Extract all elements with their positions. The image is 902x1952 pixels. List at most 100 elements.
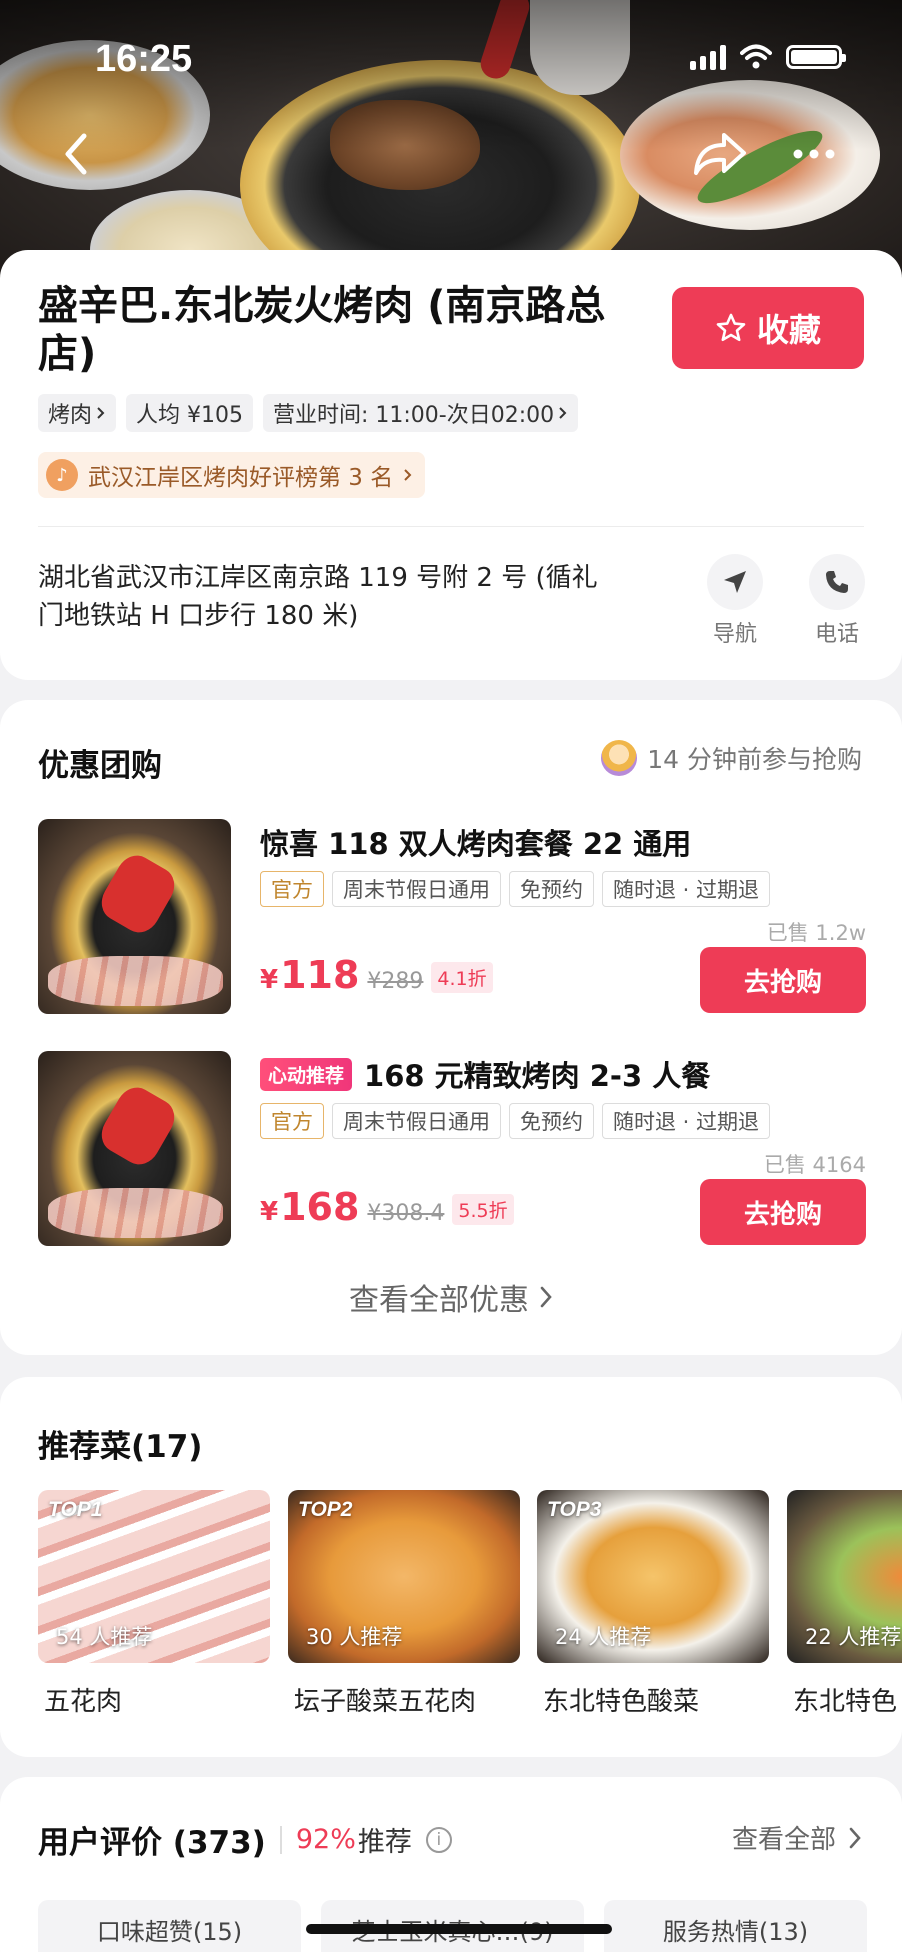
phone-label: 电话 (814, 622, 859, 647)
douyin-icon: ♪ (46, 459, 78, 491)
share-button[interactable] (688, 122, 752, 186)
dishes-title: 推荐菜(17) (38, 1429, 203, 1465)
rank-banner[interactable]: ♪ 武汉江岸区烤肉好评榜第 3 名 (38, 452, 426, 498)
recent-purchase-text: 14 分钟前参与抢购 (647, 745, 862, 774)
dish-item[interactable]: TOP1 54 人推荐 五花肉 (38, 1490, 270, 1718)
currency-symbol: ¥ (260, 1197, 279, 1227)
category-tag-label: 烤肉 (48, 403, 93, 428)
current-price: 118 (280, 953, 360, 997)
signal-icon (690, 44, 726, 70)
deal-price: ¥ 168 ¥308.4 5.5折 (260, 1185, 514, 1229)
review-chip[interactable]: 服务热情(13) (604, 1900, 867, 1952)
dish-rank: TOP2 (298, 1498, 353, 1521)
hours-tag[interactable]: 营业时间: 11:00-次日02:00 (263, 394, 579, 432)
favorite-label: 收藏 (756, 311, 821, 349)
navigation-button[interactable]: 导航 (700, 554, 770, 648)
reviews-header: 用户评价 (373) 92% 推荐 i (38, 1817, 452, 1862)
shop-info-card: 盛辛巴.东北炭火烤肉 (南京路总店) 收藏 烤肉 人均 ¥105 营业时间: 1… (0, 250, 902, 680)
favorite-button[interactable]: 收藏 (672, 287, 864, 369)
dish-item[interactable]: 22 人推荐 东北特色 (787, 1490, 902, 1718)
dish-recommend-count: 24 人推荐 (555, 1625, 652, 1649)
view-all-deals-label: 查看全部优惠 (349, 1283, 529, 1318)
avatar (601, 740, 638, 776)
dish-item[interactable]: TOP2 30 人推荐 坛子酸菜五花肉 (288, 1490, 520, 1718)
chevron-right-icon (97, 407, 105, 419)
home-indicator[interactable] (306, 1924, 612, 1934)
dish-recommend-count: 22 人推荐 (805, 1625, 902, 1649)
deal-tag: 随时退 · 过期退 (602, 1103, 771, 1139)
discount-badge: 4.1折 (431, 962, 493, 993)
see-all-reviews[interactable]: 查看全部 (732, 1819, 862, 1856)
deal-tag: 周末节假日通用 (332, 871, 501, 907)
deal-title-text: 惊喜 118 双人烤肉套餐 22 通用 (260, 827, 692, 861)
deal-item[interactable]: 惊喜 118 双人烤肉套餐 22 通用 官方 周末节假日通用 免预约 随时退 ·… (38, 819, 866, 1014)
dish-recommend-count: 54 人推荐 (56, 1625, 153, 1649)
star-icon (716, 313, 746, 342)
dish-image: TOP3 24 人推荐 (537, 1490, 769, 1663)
navigation-icon (724, 571, 746, 593)
chevron-right-icon (540, 1286, 552, 1308)
official-tag: 官方 (260, 1103, 324, 1139)
original-price: ¥308.4 (367, 1201, 445, 1226)
back-icon (65, 133, 87, 175)
dish-rank: TOP1 (48, 1498, 103, 1521)
dish-name: 东北特色酸菜 (543, 1687, 700, 1717)
deal-title: 惊喜 118 双人烤肉套餐 22 通用 (260, 821, 691, 863)
dish-name: 五花肉 (44, 1687, 123, 1717)
chevron-right-icon (849, 1827, 861, 1848)
divider (38, 526, 864, 527)
deal-title: 心动推荐 168 元精致烤肉 2-3 人餐 (260, 1053, 710, 1095)
shop-address[interactable]: 湖北省武汉市江岸区南京路 119 号附 2 号 (循礼门地铁站 H 口步行 18… (38, 559, 598, 635)
dish-rank: TOP3 (547, 1498, 602, 1521)
review-chip[interactable]: 口味超赞(15) (38, 1900, 301, 1952)
deal-title-text: 168 元精致烤肉 2-3 人餐 (364, 1059, 711, 1093)
dish-name: 东北特色 (793, 1687, 898, 1717)
chevron-right-icon (559, 407, 567, 419)
reviews-title: 用户评价 (373) (38, 1825, 266, 1861)
wifi-icon (740, 44, 772, 69)
info-icon[interactable]: i (425, 1826, 452, 1853)
dishes-card: 推荐菜(17) TOP1 54 人推荐 五花肉 TOP2 30 人推荐 坛子酸菜… (0, 1377, 902, 1757)
dish-image: TOP2 30 人推荐 (288, 1490, 520, 1663)
sold-count: 已售 1.2w (766, 921, 866, 945)
deal-image[interactable] (38, 1051, 231, 1246)
recommend-label: 推荐 (357, 1827, 412, 1858)
dish-recommend-count: 30 人推荐 (306, 1625, 403, 1649)
share-icon (694, 133, 746, 175)
dish-name: 坛子酸菜五花肉 (294, 1687, 477, 1717)
phone-button[interactable]: 电话 (802, 554, 872, 648)
back-button[interactable] (44, 122, 108, 186)
see-all-label: 查看全部 (731, 1825, 836, 1855)
deal-tag: 免预约 (509, 871, 594, 907)
view-all-deals[interactable]: 查看全部优惠 (0, 1275, 902, 1319)
divider (279, 1825, 282, 1854)
shop-tags: 烤肉 人均 ¥105 营业时间: 11:00-次日02:00 (38, 394, 579, 432)
deals-title: 优惠团购 (38, 748, 162, 784)
shop-name: 盛辛巴.东北炭火烤肉 (南京路总店) (38, 283, 606, 377)
hours-label: 营业时间: 11:00-次日02:00 (273, 403, 555, 428)
deal-item[interactable]: 心动推荐 168 元精致烤肉 2-3 人餐 官方 周末节假日通用 免预约 随时退… (38, 1051, 866, 1246)
recent-purchase: 14 分钟前参与抢购 (601, 740, 862, 776)
status-icons (690, 44, 846, 70)
avg-price-tag: 人均 ¥105 (126, 394, 253, 432)
current-price: 168 (280, 1185, 360, 1229)
dish-image: TOP1 54 人推荐 (38, 1490, 270, 1663)
sold-count: 已售 4164 (763, 1153, 866, 1177)
more-icon (793, 149, 835, 159)
deal-tag: 随时退 · 过期退 (602, 871, 771, 907)
chevron-right-icon (404, 469, 412, 481)
deals-card: 优惠团购 14 分钟前参与抢购 惊喜 118 双人烤肉套餐 22 通用 官方 周… (0, 700, 902, 1355)
battery-icon (786, 45, 846, 69)
buy-button[interactable]: 去抢购 (700, 947, 866, 1013)
buy-button[interactable]: 去抢购 (700, 1179, 866, 1245)
discount-badge: 5.5折 (452, 1194, 514, 1225)
deal-tags: 官方 周末节假日通用 免预约 随时退 · 过期退 (260, 1103, 771, 1139)
category-tag[interactable]: 烤肉 (38, 394, 117, 432)
original-price: ¥289 (367, 969, 424, 994)
currency-symbol: ¥ (260, 965, 279, 995)
dish-image: 22 人推荐 (787, 1490, 902, 1663)
phone-icon (826, 571, 848, 593)
more-button[interactable] (782, 122, 846, 186)
deal-image[interactable] (38, 819, 231, 1014)
dish-item[interactable]: TOP3 24 人推荐 东北特色酸菜 (537, 1490, 769, 1718)
